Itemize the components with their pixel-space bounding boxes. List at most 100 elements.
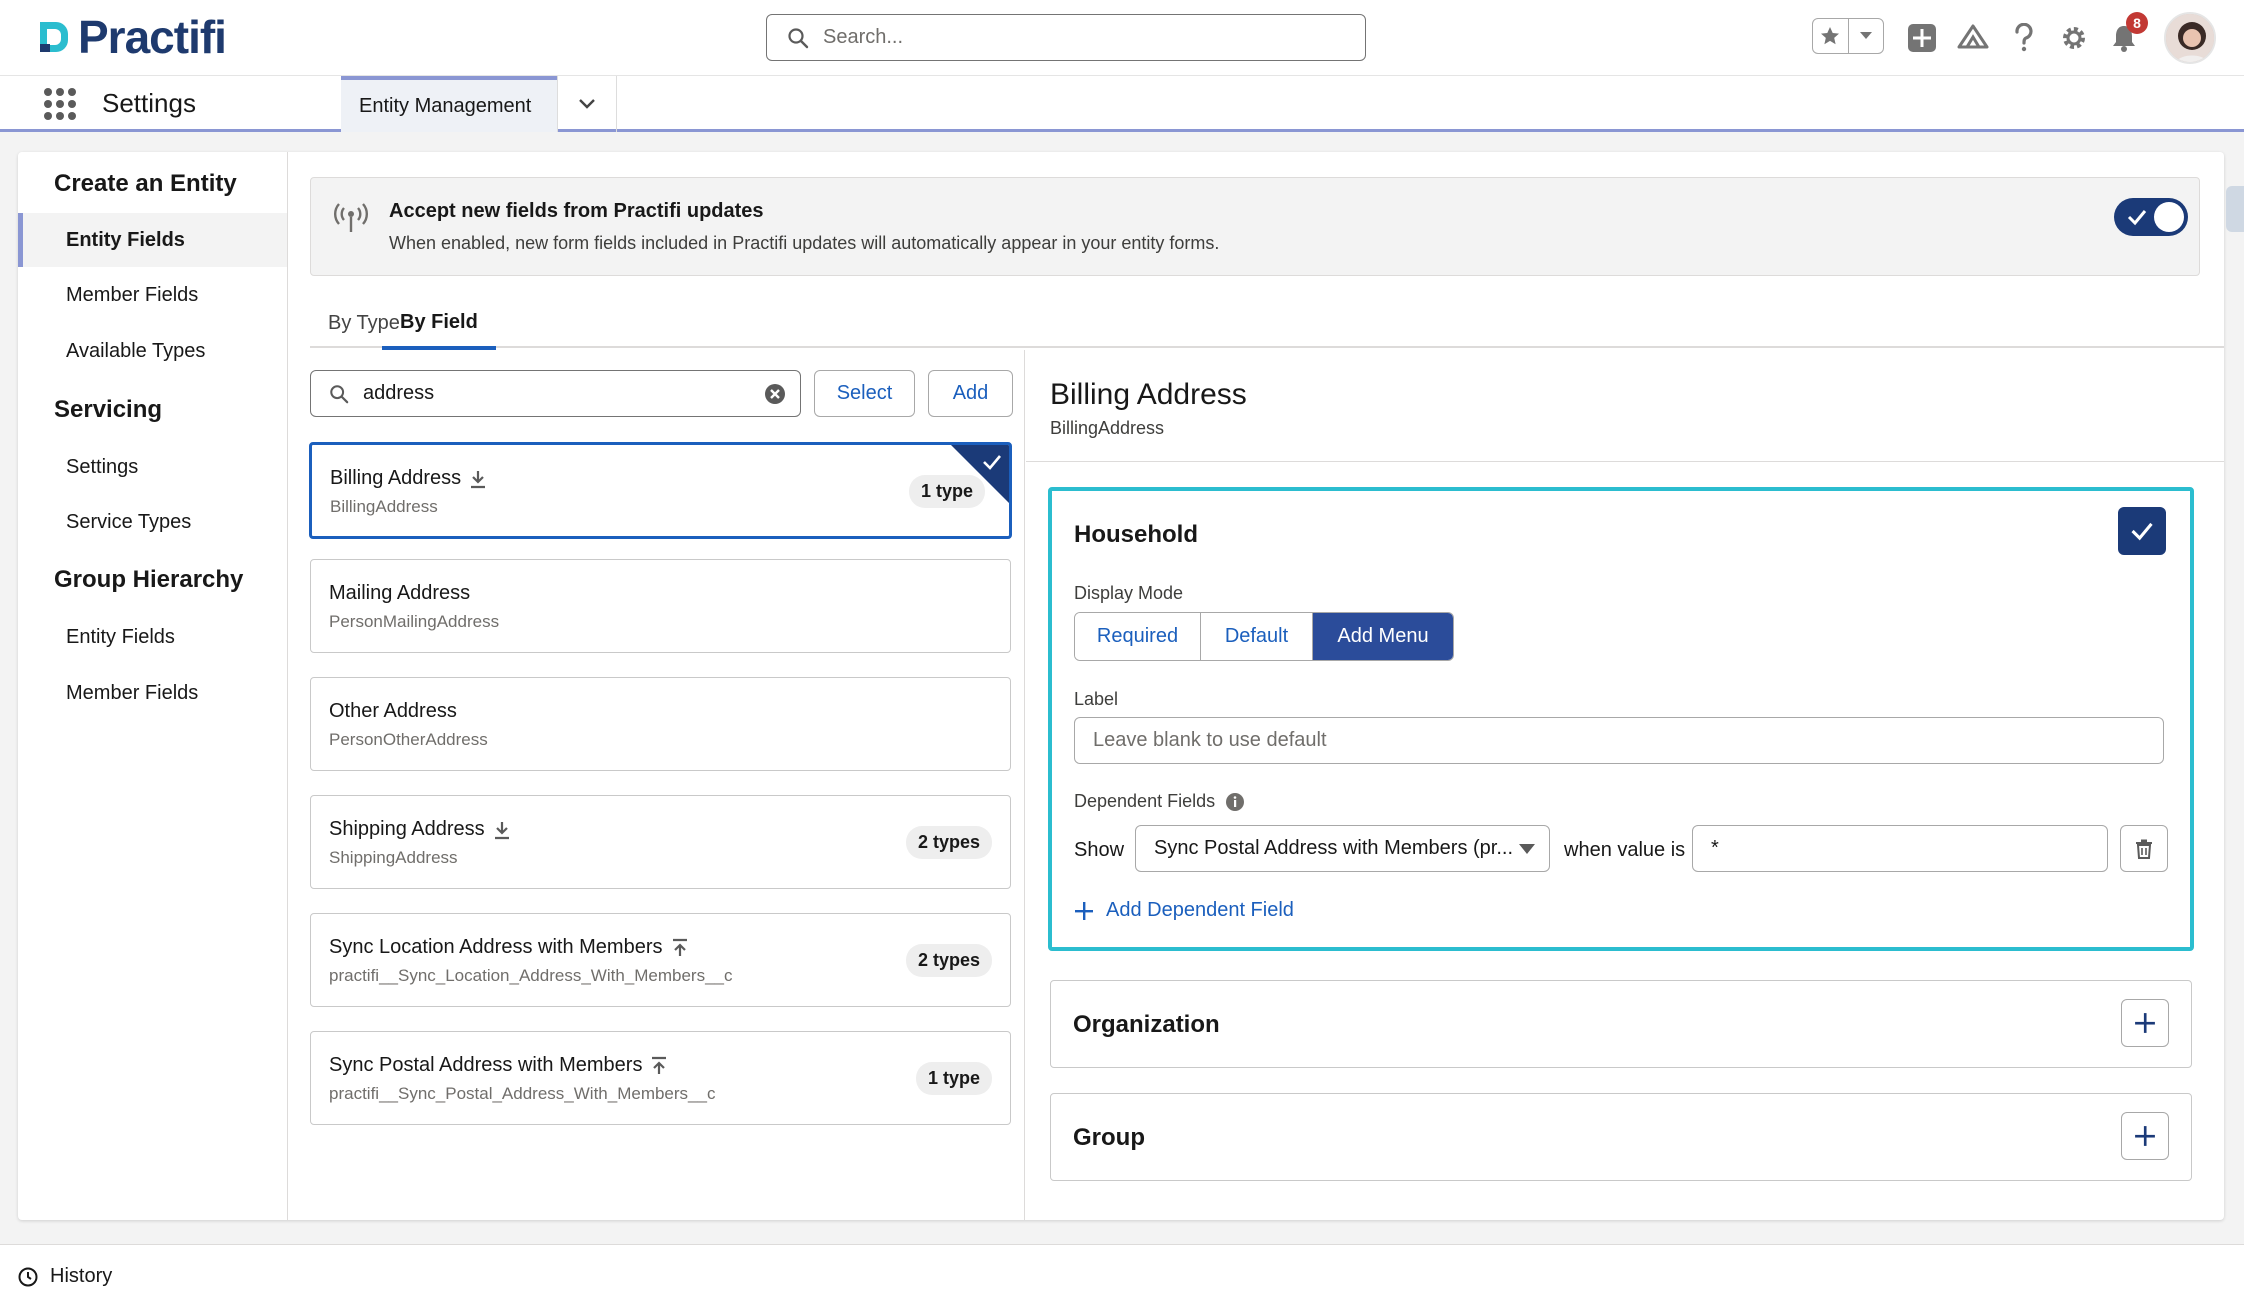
header-favorites <box>1812 18 1884 54</box>
trailhead-button[interactable] <box>1955 20 1991 56</box>
sidebar-item-group-member-fields[interactable]: Member Fields <box>18 666 287 720</box>
favorites-group <box>1812 18 1884 54</box>
entity-fields-content: Accept new fields from Practifi updates … <box>288 152 2224 1220</box>
sidebar-item-settings[interactable]: Settings <box>18 440 287 494</box>
sidebar-item-entity-fields[interactable]: Entity Fields <box>18 213 287 267</box>
plus-icon <box>1075 901 1093 920</box>
app-name: Settings <box>102 88 196 118</box>
field-name: Sync Postal Address with Members <box>329 1054 668 1077</box>
add-group-button[interactable] <box>2121 1112 2169 1160</box>
add-dependent-field-link[interactable]: Add Dependent Field <box>1074 899 1294 922</box>
field-name: Billing Address <box>330 467 487 490</box>
dependent-field-select[interactable]: Sync Postal Address with Members (pr... <box>1135 825 1550 872</box>
caret-down-icon <box>1519 844 1535 854</box>
mode-add-menu-button[interactable]: Add Menu <box>1313 613 1453 660</box>
label-input[interactable]: Leave blank to use default <box>1074 717 2164 764</box>
app-launcher-icon[interactable] <box>44 88 76 120</box>
display-mode-segmented: Required Default Add Menu <box>1074 612 1454 661</box>
type-card-organization: Organization <box>1050 980 2192 1068</box>
history-utility-button[interactable]: History <box>18 1265 112 1288</box>
practifi-logo-icon <box>40 22 68 52</box>
sidebar-item-member-fields[interactable]: Member Fields <box>18 268 287 322</box>
favorites-dropdown-button[interactable] <box>1849 19 1884 53</box>
field-filter-input[interactable]: address <box>310 370 801 417</box>
broadcast-icon <box>334 203 368 232</box>
field-list-pane: address Select Add Billing Address Billi… <box>288 350 1025 1220</box>
nav-tab-dropdown-button[interactable] <box>557 76 617 132</box>
field-card-sync-location-address[interactable]: Sync Location Address with Members pract… <box>310 913 1011 1007</box>
global-search[interactable] <box>766 14 1366 61</box>
add-organization-button[interactable] <box>2121 999 2169 1047</box>
field-name: Shipping Address <box>329 818 511 841</box>
type-card-title: Organization <box>1073 1011 1220 1038</box>
nav-tab-entity-management[interactable]: Entity Management <box>341 76 557 132</box>
download-icon <box>471 470 486 488</box>
field-card-billing-address[interactable]: Billing Address BillingAddress 1 type <box>309 442 1012 539</box>
sidebar-item-service-types[interactable]: Service Types <box>18 495 287 549</box>
trash-icon <box>2136 839 2152 859</box>
check-icon <box>2131 522 2153 541</box>
field-card-mailing-address[interactable]: Mailing Address PersonMailingAddress <box>310 559 1011 653</box>
setup-button[interactable] <box>2056 20 2092 56</box>
sidebar-item-available-types[interactable]: Available Types <box>18 324 287 378</box>
add-icon <box>1908 24 1936 52</box>
download-icon <box>494 821 509 839</box>
type-card-household: Household Display Mode Required Default … <box>1048 487 2194 951</box>
mode-required-button[interactable]: Required <box>1075 613 1201 660</box>
accept-updates-toggle[interactable] <box>2114 198 2188 236</box>
sidebar-heading: Group Hierarchy <box>54 566 244 593</box>
field-card-other-address[interactable]: Other Address PersonOtherAddress <box>310 677 1011 771</box>
notifications-button[interactable]: 8 <box>2106 12 2148 56</box>
field-api-name: practifi__Sync_Postal_Address_With_Membe… <box>329 1084 716 1103</box>
favorites-star-button[interactable] <box>1813 19 1849 53</box>
mode-default-button[interactable]: Default <box>1201 613 1313 660</box>
field-card-sync-postal-address[interactable]: Sync Postal Address with Members practif… <box>310 1031 1011 1125</box>
add-button[interactable]: Add <box>928 370 1013 417</box>
app-navbar: Settings Entity Management <box>0 76 2244 132</box>
check-icon <box>983 455 1001 470</box>
when-value-label: when value is <box>1564 839 1686 861</box>
updates-banner: Accept new fields from Practifi updates … <box>310 177 2200 276</box>
settings-card: Create an Entity Entity Fields Member Fi… <box>18 152 2224 1220</box>
search-input[interactable] <box>823 26 1343 49</box>
type-count-badge: 1 type <box>915 1062 992 1095</box>
info-icon[interactable] <box>1225 792 1245 812</box>
display-mode-label: Display Mode <box>1074 583 1184 603</box>
select-button[interactable]: Select <box>814 370 915 417</box>
search-icon <box>330 384 349 403</box>
help-button[interactable] <box>2006 20 2042 56</box>
delete-dependent-button[interactable] <box>2120 825 2168 872</box>
household-enabled-checkbox[interactable] <box>2118 507 2166 555</box>
type-card-title: Group <box>1073 1124 1145 1151</box>
sidebar-item-group-entity-fields[interactable]: Entity Fields <box>18 610 287 664</box>
field-name: Other Address <box>329 700 457 722</box>
field-api-name: BillingAddress <box>330 497 438 516</box>
when-value-input[interactable]: * <box>1692 825 2108 872</box>
dependent-fields-label: Dependent Fields <box>1074 791 1245 812</box>
field-api-name: PersonMailingAddress <box>329 612 500 631</box>
user-avatar[interactable] <box>2164 12 2216 64</box>
trailhead-icon <box>1957 24 1989 49</box>
practifi-logo[interactable]: Practifi <box>34 11 227 63</box>
global-actions-button[interactable] <box>1904 20 1940 56</box>
field-card-shipping-address[interactable]: Shipping Address ShippingAddress 2 types <box>310 795 1011 889</box>
settings-sidebar: Create an Entity Entity Fields Member Fi… <box>18 152 288 1220</box>
field-name: Mailing Address <box>329 582 471 604</box>
star-icon <box>1821 27 1840 45</box>
when-value: * <box>1711 837 1719 859</box>
clear-icon[interactable] <box>764 383 786 405</box>
history-label: History <box>50 1265 113 1287</box>
detail-title: Billing Address <box>1050 378 1247 411</box>
caret-down-icon <box>1859 32 1872 39</box>
gear-icon <box>2063 27 2085 49</box>
tab-by-field[interactable]: By Field <box>382 298 496 350</box>
banner-title: Accept new fields from Practifi updates <box>389 200 764 222</box>
side-panel-toggle[interactable] <box>2226 186 2244 232</box>
clock-icon <box>18 1267 38 1286</box>
logo-text: Practifi <box>78 11 227 63</box>
search-icon <box>788 27 809 48</box>
filter-value: address <box>363 382 435 404</box>
banner-description: When enabled, new form fields included i… <box>389 233 1220 253</box>
view-tabs: By Type By Field <box>310 298 2224 350</box>
detail-api-name: BillingAddress <box>1050 418 1165 438</box>
